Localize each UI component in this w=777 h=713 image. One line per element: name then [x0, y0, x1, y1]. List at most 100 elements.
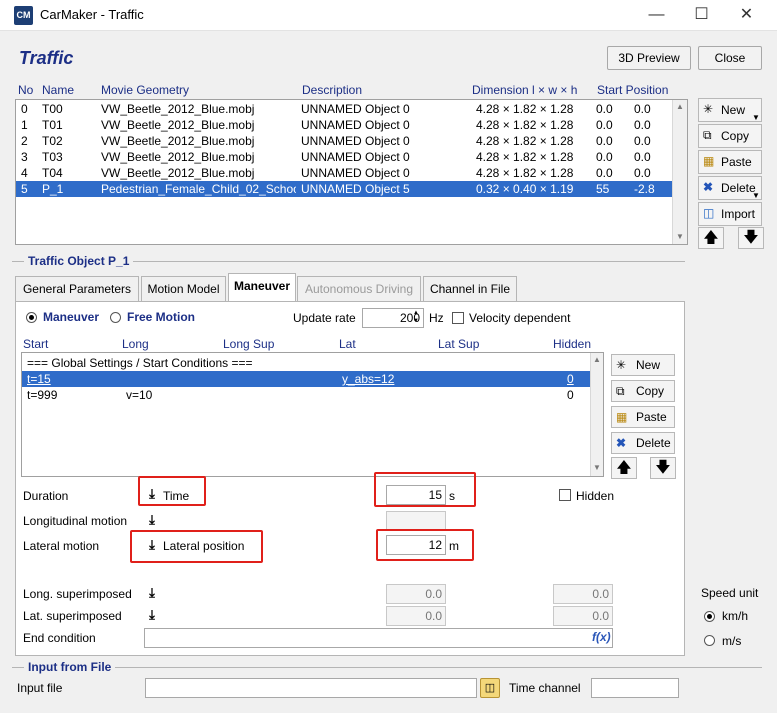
- duration-input[interactable]: 15: [386, 485, 446, 505]
- cell-no: 4: [21, 166, 28, 180]
- minimize-icon[interactable]: —: [634, 4, 679, 26]
- mcell-start: === Global Settings / Start Conditions =…: [27, 356, 253, 370]
- free-motion-radio-label: Free Motion: [127, 310, 195, 324]
- cell-start-b: 0.0: [634, 118, 651, 132]
- list-item-selected[interactable]: t=15 y_abs=12 0: [22, 371, 590, 387]
- spinner-icon[interactable]: ▲ ▼: [413, 309, 419, 325]
- table-row[interactable]: 0 T00 VW_Beetle_2012_Blue.mobj UNNAMED O…: [16, 101, 672, 117]
- paste-label: Paste: [636, 410, 667, 424]
- close-button[interactable]: Close: [698, 46, 762, 70]
- scroll-down-icon[interactable]: ▼: [593, 463, 601, 472]
- maneuver-list[interactable]: === Global Settings / Start Conditions =…: [21, 352, 604, 477]
- new-icon: ✳: [703, 102, 714, 116]
- hidden-checkbox[interactable]: [559, 489, 571, 501]
- table-row[interactable]: 4 T04 VW_Beetle_2012_Blue.mobj UNNAMED O…: [16, 165, 672, 181]
- ms-label: m/s: [722, 634, 742, 648]
- tab-motion-model[interactable]: Motion Model: [141, 276, 226, 301]
- new-icon: ✳: [616, 358, 627, 372]
- scroll-down-icon[interactable]: ▼: [676, 232, 684, 241]
- download-arrow-icon[interactable]: ⤓: [145, 538, 159, 552]
- delete-maneuver-button[interactable]: ✖ Delete: [611, 432, 675, 454]
- long-superimposed-input-b[interactable]: 0.0: [553, 584, 613, 604]
- maximize-icon[interactable]: ☐: [679, 4, 724, 26]
- scroll-up-icon[interactable]: ▲: [676, 102, 684, 111]
- table-row[interactable]: 1 T01 VW_Beetle_2012_Blue.mobj UNNAMED O…: [16, 117, 672, 133]
- free-motion-radio[interactable]: [110, 312, 121, 323]
- cell-no: 0: [21, 102, 28, 116]
- lateral-unit: m: [449, 539, 459, 553]
- table-row[interactable]: 2 T02 VW_Beetle_2012_Blue.mobj UNNAMED O…: [16, 133, 672, 149]
- duration-label: Duration: [23, 489, 69, 503]
- download-arrow-icon[interactable]: ⤓: [145, 586, 159, 600]
- close-icon[interactable]: ✕: [724, 4, 769, 26]
- formula-icon[interactable]: f(x): [592, 630, 611, 644]
- traffic-list[interactable]: 0 T00 VW_Beetle_2012_Blue.mobj UNNAMED O…: [15, 99, 688, 245]
- time-channel-field[interactable]: [591, 678, 679, 698]
- paste-traffic-button[interactable]: ▦ Paste: [698, 150, 762, 174]
- cell-start-a: 0.0: [596, 118, 613, 132]
- copy-icon: ⧉: [703, 128, 712, 142]
- time-channel-label: Time channel: [509, 681, 581, 695]
- tab-channel-in-file[interactable]: Channel in File: [423, 276, 517, 301]
- tab-maneuver[interactable]: Maneuver: [228, 273, 296, 302]
- cell-start-a: 55: [596, 182, 610, 196]
- traffic-list-scrollbar[interactable]: ▲ ▼: [672, 100, 687, 244]
- longitudinal-motion-input[interactable]: [386, 511, 446, 531]
- import-traffic-button[interactable]: ◫ Import: [698, 202, 762, 226]
- kmh-radio[interactable]: [704, 611, 715, 622]
- lateral-position-input[interactable]: 12: [386, 535, 446, 555]
- preview-3d-button[interactable]: 3D Preview: [607, 46, 691, 70]
- lat-superimposed-input-b[interactable]: 0.0: [553, 606, 613, 626]
- mcell-lat: y_abs=12: [342, 372, 395, 386]
- scroll-up-icon[interactable]: ▲: [593, 355, 601, 364]
- table-row-selected[interactable]: 5 P_1 Pedestrian_Female_Child_02_SchoolB…: [16, 181, 672, 197]
- duration-type[interactable]: Time: [163, 489, 189, 503]
- title-bar: CM CarMaker - Traffic — ☐ ✕: [0, 0, 777, 31]
- col-header-name: Name: [42, 83, 75, 97]
- maneuver-move-up-button[interactable]: 🡅: [611, 457, 637, 479]
- delete-icon: ✖: [703, 180, 714, 194]
- copy-maneuver-button[interactable]: ⧉ Copy: [611, 380, 675, 402]
- cell-geometry: VW_Beetle_2012_Blue.mobj: [101, 150, 255, 164]
- mcol-header-long-sup: Long Sup: [223, 337, 275, 351]
- cell-dimension: 4.28 × 1.82 × 1.28: [476, 118, 574, 132]
- maneuver-radio[interactable]: [26, 312, 37, 323]
- download-arrow-icon[interactable]: ⤓: [145, 513, 159, 527]
- arrow-down-icon: 🡇: [743, 229, 759, 246]
- paste-maneuver-button[interactable]: ▦ Paste: [611, 406, 675, 428]
- input-file-field[interactable]: [145, 678, 477, 698]
- new-maneuver-button[interactable]: ✳ New: [611, 354, 675, 376]
- cell-description: UNNAMED Object 0: [301, 134, 410, 148]
- cell-no: 2: [21, 134, 28, 148]
- lat-superimposed-input-a[interactable]: 0.0: [386, 606, 446, 626]
- tab-autonomous-driving[interactable]: Autonomous Driving: [297, 276, 421, 301]
- velocity-dependent-checkbox[interactable]: [452, 312, 464, 324]
- cell-dimension: 4.28 × 1.82 × 1.28: [476, 150, 574, 164]
- tab-general-parameters[interactable]: General Parameters: [15, 276, 139, 301]
- maneuver-move-down-button[interactable]: 🡇: [650, 457, 676, 479]
- col-header-no: No: [18, 83, 34, 97]
- download-arrow-icon[interactable]: ⤓: [145, 608, 159, 622]
- paste-label: Paste: [721, 155, 752, 169]
- copy-traffic-button[interactable]: ⧉ Copy: [698, 124, 762, 148]
- move-down-button[interactable]: 🡇: [738, 227, 764, 249]
- cell-name: T01: [42, 118, 63, 132]
- delete-traffic-button[interactable]: ✖ Delete ▼: [698, 176, 762, 200]
- velocity-dependent-label: Velocity dependent: [469, 311, 571, 325]
- new-label: New: [721, 103, 746, 117]
- cell-start-a: 0.0: [596, 134, 613, 148]
- list-item[interactable]: === Global Settings / Start Conditions =…: [22, 355, 590, 371]
- table-row[interactable]: 3 T03 VW_Beetle_2012_Blue.mobj UNNAMED O…: [16, 149, 672, 165]
- folder-icon[interactable]: ◫: [480, 678, 500, 698]
- long-superimposed-input-a[interactable]: 0.0: [386, 584, 446, 604]
- maneuver-list-scrollbar[interactable]: ▲ ▼: [590, 353, 603, 476]
- download-arrow-icon[interactable]: ⤓: [145, 487, 159, 501]
- end-condition-input[interactable]: [144, 628, 613, 648]
- cell-description: UNNAMED Object 0: [301, 166, 410, 180]
- move-up-button[interactable]: 🡅: [698, 227, 724, 249]
- new-traffic-button[interactable]: ✳ New ▼: [698, 98, 762, 122]
- list-item[interactable]: t=999 v=10 0: [22, 387, 590, 403]
- mcol-header-lat-sup: Lat Sup: [438, 337, 480, 351]
- ms-radio[interactable]: [704, 635, 715, 646]
- lateral-type[interactable]: Lateral position: [163, 539, 244, 553]
